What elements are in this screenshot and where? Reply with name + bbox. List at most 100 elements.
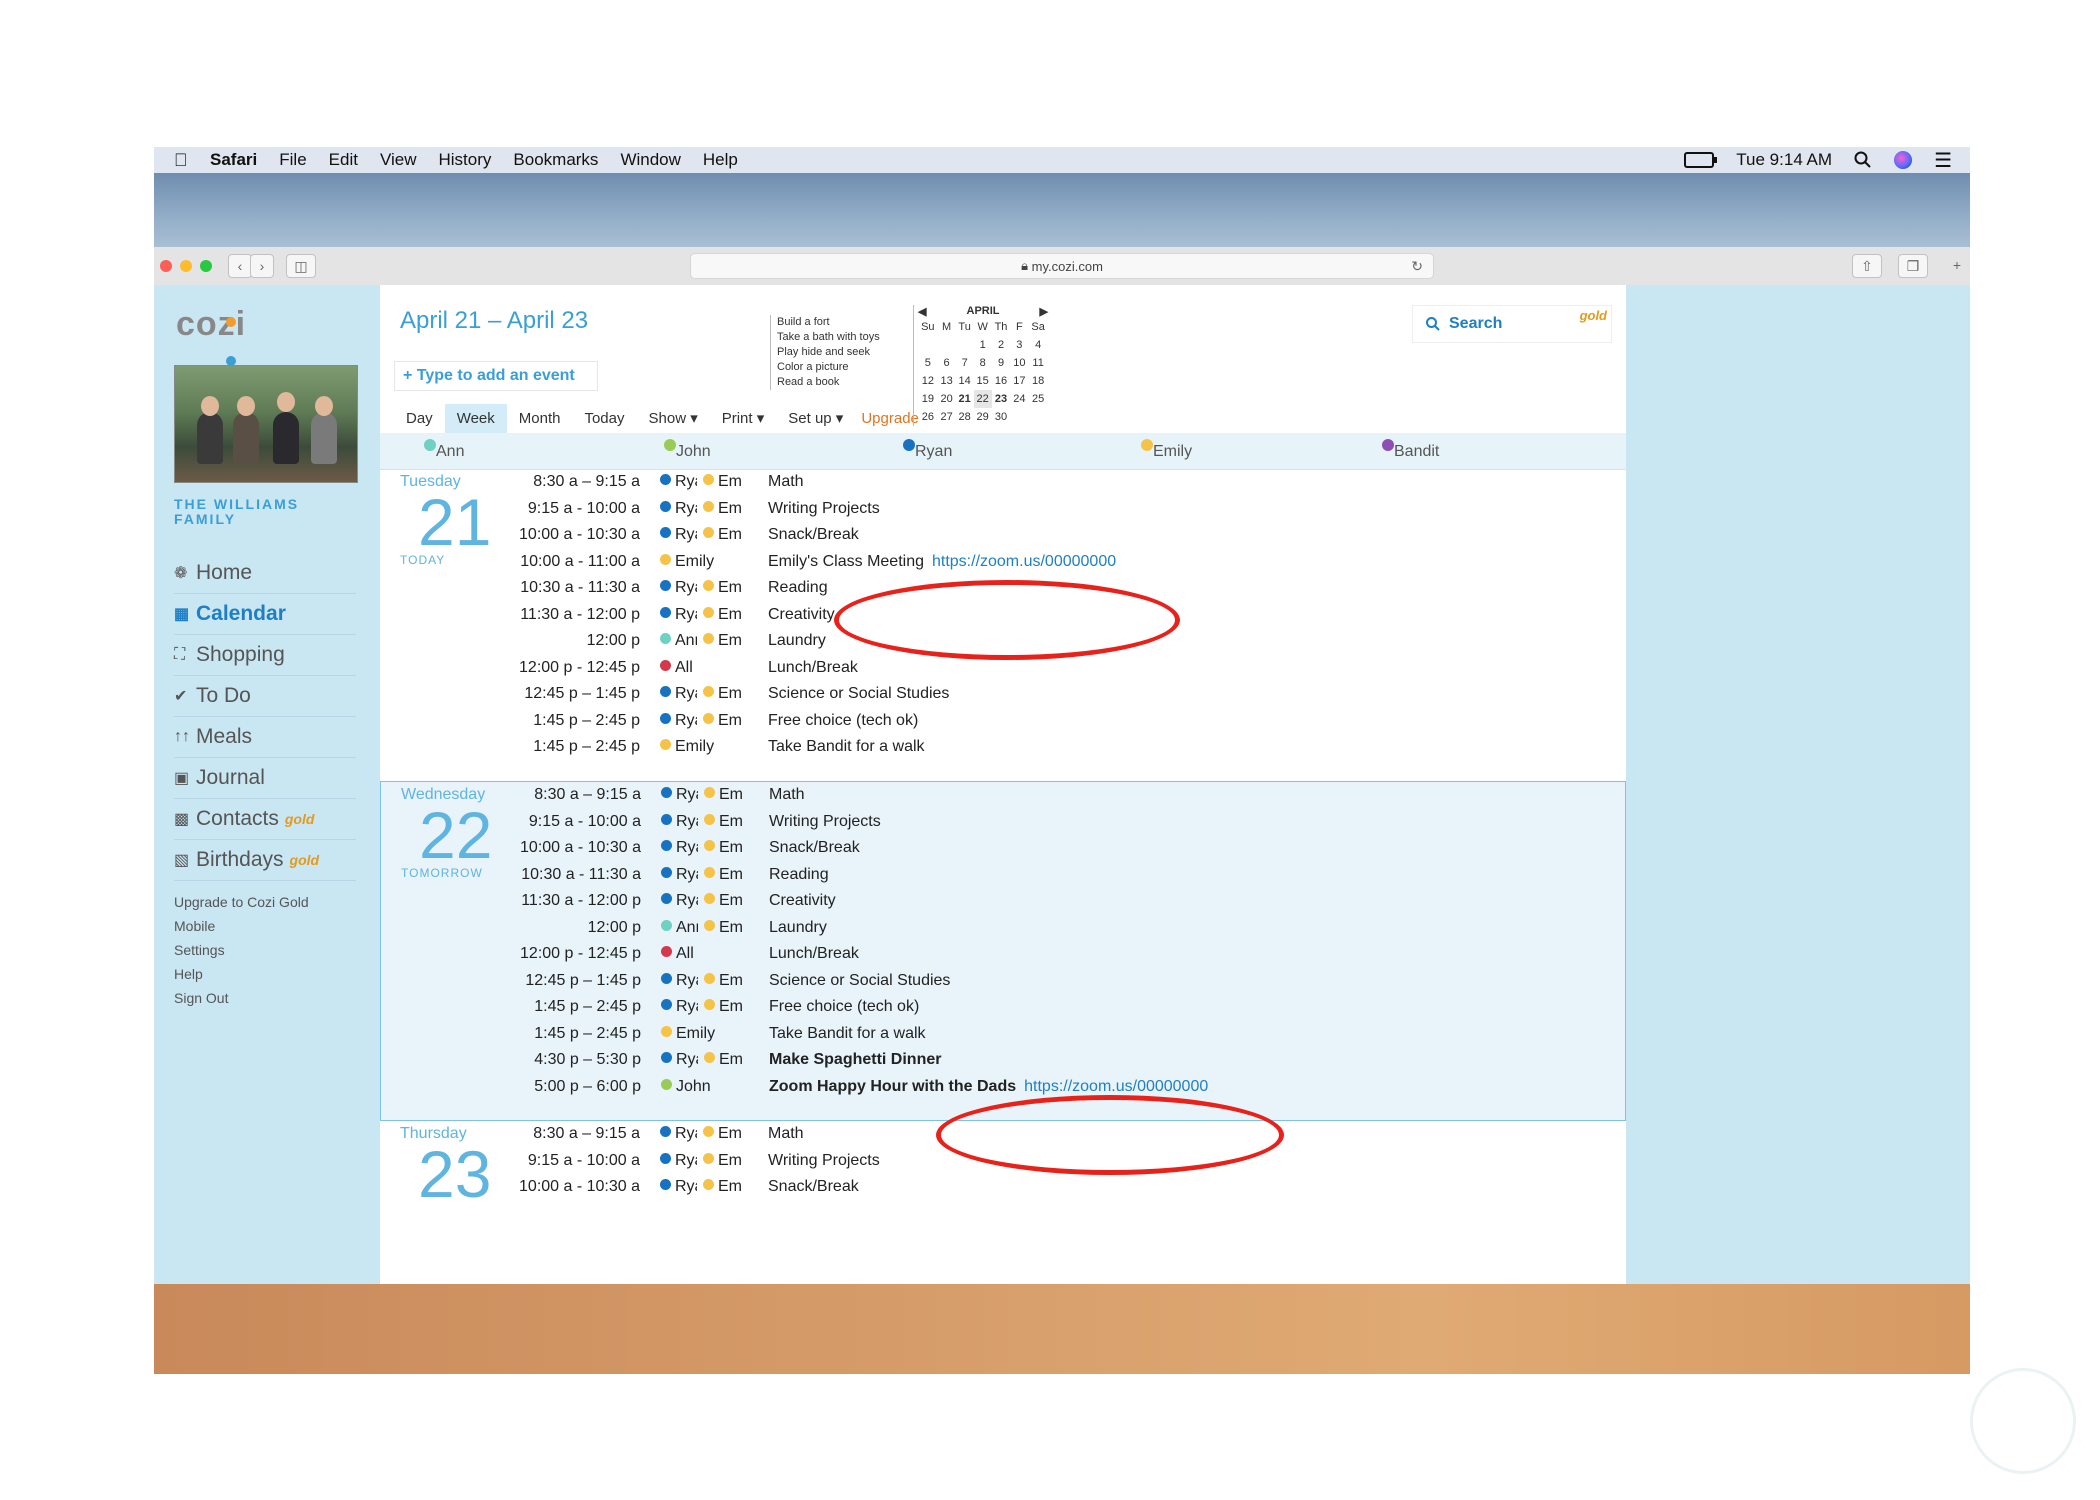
mini-calendar-day[interactable]: 14 [956, 372, 974, 390]
event-row[interactable]: 1:45 p – 2:45 p Ryan Em Free choice (tech o… [381, 998, 1627, 1024]
event-row[interactable]: 12:45 p – 1:45 p Ryan Em Science or Social … [380, 685, 1626, 711]
mini-calendar-day[interactable]: 22 [973, 390, 992, 408]
mini-calendar-day[interactable]: 26 [918, 408, 938, 426]
tab-day[interactable]: Day [394, 404, 445, 433]
add-event-input[interactable]: + Type to add an event [394, 361, 598, 391]
sidebar-item-contacts[interactable]: ▩ Contacts gold [174, 799, 356, 840]
cozi-logo[interactable]: cozi [176, 305, 246, 366]
mini-calendar-day[interactable]: 10 [1010, 354, 1028, 372]
mini-calendar-day[interactable]: 6 [938, 354, 956, 372]
event-row[interactable]: 1:45 p – 2:45 p Emily Take Bandit for a wa… [381, 1025, 1627, 1051]
mini-calendar-day[interactable]: 11 [1028, 354, 1048, 372]
member-emily[interactable]: Emily [1141, 439, 1192, 461]
mini-calendar-day[interactable]: 16 [992, 372, 1011, 390]
apple-icon[interactable]:  [174, 150, 192, 170]
siri-icon[interactable] [1894, 151, 1913, 169]
back-icon[interactable]: ‹ [228, 254, 252, 278]
sidebar-item-todo[interactable]: ✔ To Do [174, 676, 356, 717]
zoom-window-icon[interactable] [200, 260, 212, 272]
todo-item[interactable]: Build a fort [777, 315, 880, 330]
close-window-icon[interactable] [160, 260, 172, 272]
mini-calendar-day[interactable]: 23 [992, 390, 1011, 408]
menu-file[interactable]: File [279, 150, 306, 170]
event-row[interactable]: 9:15 a - 10:00 a Ryan Em Writing Projects [380, 500, 1626, 526]
mini-calendar-day[interactable]: 20 [938, 390, 956, 408]
reload-icon[interactable]: ↻ [1411, 258, 1423, 275]
mini-calendar-day[interactable]: 18 [1028, 372, 1048, 390]
mini-calendar-day[interactable]: 15 [974, 372, 992, 390]
tab-today[interactable]: Today [572, 404, 636, 433]
minimize-window-icon[interactable] [180, 260, 192, 272]
menu-clock[interactable]: Tue 9:14 AM [1736, 150, 1832, 170]
zoom-link[interactable]: https://zoom.us/00000000 [1024, 1078, 1208, 1095]
zoom-link[interactable]: https://zoom.us/00000000 [932, 553, 1116, 570]
mini-calendar-day[interactable]: 8 [974, 354, 992, 372]
mini-calendar-day[interactable]: 24 [1010, 390, 1028, 408]
event-row[interactable]: 10:00 a - 10:30 a Ryan Em Snack/Break [381, 839, 1627, 865]
event-row[interactable]: 12:00 p Ann Em Laundry [381, 919, 1627, 945]
event-row[interactable]: 10:00 a - 11:00 a Emily Emily's Class Meet… [380, 553, 1626, 579]
family-photo[interactable] [174, 365, 358, 483]
menu-history[interactable]: History [439, 150, 492, 170]
todo-item[interactable]: Take a bath with toys [777, 330, 880, 345]
menu-app-name[interactable]: Safari [210, 150, 257, 170]
mini-calendar-day[interactable]: 19 [918, 390, 938, 408]
todo-item[interactable]: Read a book [777, 375, 880, 390]
sidebar-item-birthdays[interactable]: ▧ Birthdays gold [174, 840, 356, 881]
link-sign-out[interactable]: Sign Out [174, 986, 309, 1010]
mini-calendar-day[interactable]: 28 [956, 408, 974, 426]
event-row[interactable]: 9:15 a - 10:00 a Ryan Em Writing Projects [381, 813, 1627, 839]
sidebar-item-journal[interactable]: ▣ Journal [174, 758, 356, 799]
mini-calendar-day[interactable]: 17 [1010, 372, 1028, 390]
new-tab-icon[interactable]: + [1946, 254, 1968, 276]
battery-icon[interactable] [1684, 152, 1718, 168]
setup-dropdown[interactable]: Set up ▾ [776, 403, 855, 433]
mini-calendar-day[interactable]: 25 [1028, 390, 1048, 408]
event-row[interactable]: 11:30 a - 12:00 p Ryan Em Creativity [381, 892, 1627, 918]
sidebar-item-meals[interactable]: ↑↑ Meals [174, 717, 356, 758]
member-john[interactable]: John [664, 439, 711, 461]
member-ryan[interactable]: Ryan [903, 439, 952, 461]
tab-month[interactable]: Month [507, 404, 573, 433]
address-bar[interactable]: 🔒︎ my.cozi.com ↻ [690, 253, 1434, 279]
sidebar-item-shopping[interactable]: ⛶ Shopping [174, 635, 356, 676]
search-box[interactable]: Search gold [1412, 305, 1612, 343]
todo-item[interactable]: Color a picture [777, 360, 880, 375]
link-upgrade-gold[interactable]: Upgrade to Cozi Gold [174, 890, 309, 914]
event-row[interactable]: 10:30 a - 11:30 a Ryan Em Reading [381, 866, 1627, 892]
sidebar-item-home[interactable]: ❁ Home [174, 553, 356, 594]
event-row[interactable]: 12:45 p – 1:45 p Ryan Em Science or Social … [381, 972, 1627, 998]
event-row[interactable]: 10:00 a - 10:30 a Ryan Em Snack/Break [380, 526, 1626, 552]
spotlight-search-icon[interactable] [1854, 151, 1872, 169]
prev-month-icon[interactable]: ◀ [918, 305, 926, 318]
mini-calendar-day[interactable]: 7 [956, 354, 974, 372]
notification-center-icon[interactable]: ☰ [1934, 148, 1952, 173]
print-dropdown[interactable]: Print ▾ [710, 403, 777, 433]
menu-help[interactable]: Help [703, 150, 738, 170]
forward-icon[interactable]: › [250, 254, 274, 278]
event-row[interactable]: 12:00 p - 12:45 p All Lunch/Break [380, 659, 1626, 685]
event-row[interactable]: 8:30 a – 9:15 a Ryan Em Math [380, 473, 1626, 499]
mini-calendar-day[interactable]: 21 [956, 390, 974, 408]
next-month-icon[interactable]: ▶ [1040, 305, 1048, 318]
mini-calendar-day[interactable]: 30 [992, 408, 1011, 426]
mini-calendar-day[interactable]: 1 [974, 336, 992, 354]
todo-item[interactable]: Play hide and seek [777, 345, 880, 360]
event-row[interactable]: 10:00 a - 10:30 a Ryan Em Snack/Break [380, 1178, 1626, 1204]
event-row[interactable]: 12:00 p - 12:45 p All Lunch/Break [381, 945, 1627, 971]
tab-week[interactable]: Week [444, 403, 507, 433]
menu-window[interactable]: Window [620, 150, 680, 170]
mini-calendar-day[interactable]: 4 [1028, 336, 1048, 354]
link-settings[interactable]: Settings [174, 938, 309, 962]
event-row[interactable]: 5:00 p – 6:00 p John Zoom Happy Hour with … [381, 1078, 1627, 1104]
show-dropdown[interactable]: Show ▾ [637, 403, 710, 433]
event-row[interactable]: 8:30 a – 9:15 a Ryan Em Math [381, 786, 1627, 812]
menu-view[interactable]: View [380, 150, 417, 170]
menu-bookmarks[interactable]: Bookmarks [513, 150, 598, 170]
event-row[interactable]: 1:45 p – 2:45 p Emily Take Bandit for a wa… [380, 738, 1626, 764]
mini-calendar-day[interactable]: 2 [992, 336, 1011, 354]
mini-calendar-day[interactable]: 5 [918, 354, 938, 372]
mini-calendar-day[interactable]: 9 [992, 354, 1011, 372]
event-row[interactable]: 1:45 p – 2:45 p Ryan Em Free choice (tech o… [380, 712, 1626, 738]
member-bandit[interactable]: Bandit [1382, 439, 1439, 461]
